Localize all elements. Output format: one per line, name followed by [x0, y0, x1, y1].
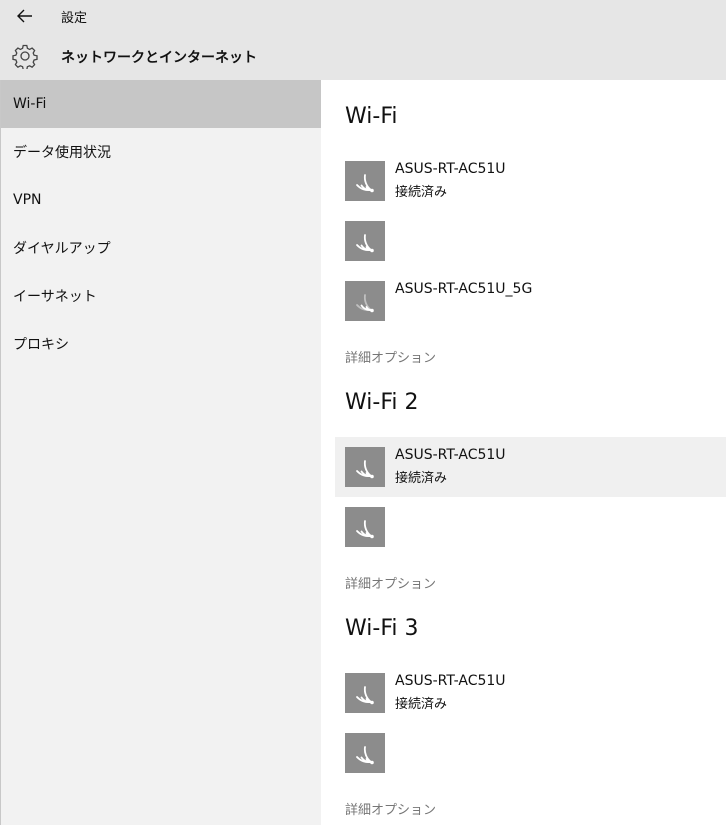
- wifi-signal-icon: [345, 161, 385, 201]
- wifi-signal-icon: [345, 507, 385, 547]
- advanced-options-link[interactable]: 詳細オプション: [345, 347, 436, 366]
- sidebar-item-ethernet[interactable]: イーサネット: [1, 272, 321, 320]
- network-status: 接続済み: [395, 471, 448, 486]
- wifi-signal-icon: [345, 733, 385, 773]
- network-item[interactable]: ASUS-RT-AC51U_5G: [335, 271, 726, 331]
- back-button[interactable]: [12, 4, 38, 28]
- network-item[interactable]: [335, 723, 726, 783]
- wifi-signal-icon: [345, 673, 385, 713]
- sidebar-item-vpn[interactable]: VPN: [1, 176, 321, 224]
- sidebar-item-proxy[interactable]: プロキシ: [1, 320, 321, 368]
- advanced-options-link[interactable]: 詳細オプション: [345, 573, 436, 592]
- network-item[interactable]: [335, 211, 726, 271]
- sidebar-item-label: VPN: [13, 192, 42, 208]
- network-name: ASUS-RT-AC51U: [395, 161, 506, 177]
- network-item[interactable]: [335, 497, 726, 557]
- network-name: ASUS-RT-AC51U: [395, 447, 506, 463]
- wifi-signal-icon: [345, 447, 385, 487]
- section-title-wifi-2: Wi-Fi 2: [345, 390, 419, 415]
- wifi-signal-icon: [345, 221, 385, 261]
- section-title-wifi-3: Wi-Fi 3: [345, 616, 419, 641]
- sidebar-item-label: イーサネット: [13, 289, 97, 305]
- network-name: ASUS-RT-AC51U: [395, 673, 506, 689]
- back-arrow-icon: [17, 9, 32, 23]
- sidebar-item-data-usage[interactable]: データ使用状況: [1, 128, 321, 176]
- main-content: Wi-Fi ASUS-RT-AC51U 接続済み ASUS-RT-AC51U_5…: [321, 80, 726, 825]
- title-bar: 設定: [0, 0, 726, 34]
- sidebar-item-label: ダイヤルアップ: [13, 241, 111, 257]
- page-header: ネットワークとインターネット: [0, 34, 726, 80]
- network-item[interactable]: ASUS-RT-AC51U 接続済み: [335, 151, 726, 211]
- wifi-signal-icon: [345, 281, 385, 321]
- sidebar-item-label: プロキシ: [13, 337, 69, 353]
- sidebar-item-label: Wi-Fi: [13, 96, 47, 112]
- sidebar-item-label: データ使用状況: [13, 145, 111, 161]
- network-item[interactable]: ASUS-RT-AC51U 接続済み: [335, 663, 726, 723]
- advanced-options-link[interactable]: 詳細オプション: [345, 799, 436, 818]
- sidebar-item-wifi[interactable]: Wi-Fi: [1, 80, 321, 128]
- network-status: 接続済み: [395, 697, 448, 712]
- network-item[interactable]: ASUS-RT-AC51U 接続済み: [335, 437, 726, 497]
- sidebar: Wi-Fi データ使用状況 VPN ダイヤルアップ イーサネット プロキシ: [0, 80, 321, 825]
- sidebar-item-dialup[interactable]: ダイヤルアップ: [1, 224, 321, 272]
- window-title: 設定: [61, 11, 88, 26]
- gear-icon: [12, 44, 38, 69]
- section-title-wifi: Wi-Fi: [345, 104, 398, 129]
- network-status: 接続済み: [395, 185, 448, 200]
- network-name: ASUS-RT-AC51U_5G: [395, 281, 533, 297]
- page-title: ネットワークとインターネット: [61, 50, 257, 66]
